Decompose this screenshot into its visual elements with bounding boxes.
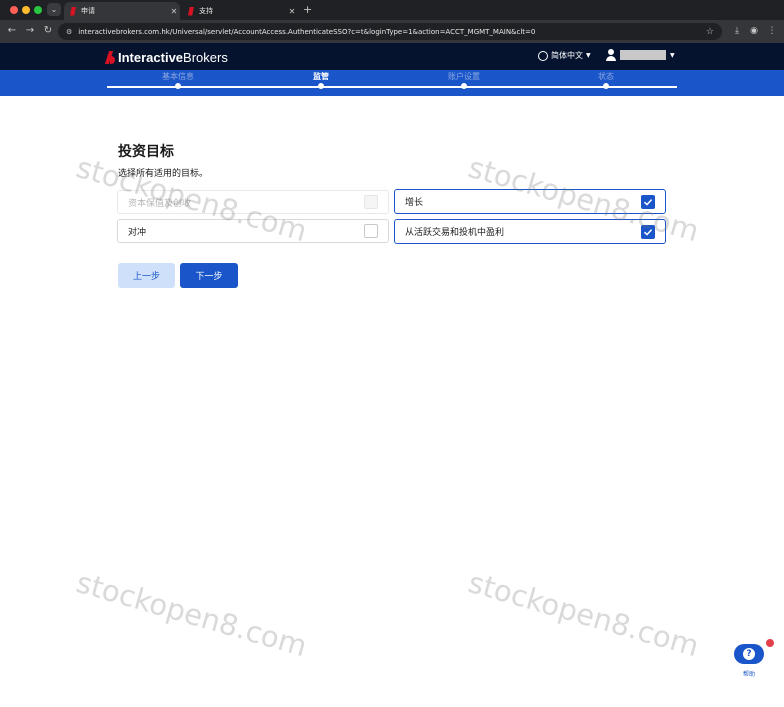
minimize-window-button[interactable] xyxy=(22,6,30,14)
browser-tab-support[interactable]: 支持 ✕ xyxy=(182,2,298,20)
reload-icon[interactable]: ↻ xyxy=(41,24,55,38)
interactive-brokers-logo[interactable]: Interactive Brokers xyxy=(106,49,228,65)
stepper-line xyxy=(107,86,677,88)
page-title: 投资目标 xyxy=(118,144,174,160)
checkbox[interactable] xyxy=(364,224,378,238)
browser-chrome: ⌄ 申请 ✕ 支持 ✕ + ← → ↻ ⚙ interactivebrokers… xyxy=(0,0,784,43)
user-icon xyxy=(606,49,616,61)
new-tab-icon[interactable]: + xyxy=(303,3,312,17)
download-icon[interactable]: ⤓ xyxy=(730,24,744,38)
browser-toolbar: ← → ↻ ⚙ interactivebrokers.com.hk/Univer… xyxy=(0,20,784,43)
step-status: 状态 xyxy=(598,72,614,81)
notification-dot xyxy=(766,639,774,647)
tab-title: 申请 xyxy=(81,7,95,15)
step-regulatory: 监管 xyxy=(313,72,329,81)
forward-arrow-icon[interactable]: → xyxy=(23,24,37,38)
help-label: 帮助 xyxy=(742,671,755,678)
step-dot xyxy=(175,83,181,89)
globe-icon xyxy=(538,50,548,61)
previous-button[interactable]: 上一步 xyxy=(118,263,175,288)
next-button[interactable]: 下一步 xyxy=(180,263,238,288)
chevron-down-icon: ▼ xyxy=(586,52,591,59)
browser-tab-application[interactable]: 申请 ✕ xyxy=(64,2,180,20)
language-label: 简体中文 xyxy=(551,51,583,60)
user-name-redacted xyxy=(620,50,666,60)
menu-kebab-icon[interactable]: ⋮ xyxy=(765,24,779,38)
ib-favicon-icon xyxy=(70,6,76,16)
step-dot-current xyxy=(318,83,324,89)
profile-icon[interactable]: ◉ xyxy=(747,24,761,38)
logo-text-bold: Interactive xyxy=(118,49,184,65)
close-icon[interactable]: ✕ xyxy=(168,7,180,16)
checkbox xyxy=(364,195,378,209)
tab-title: 支持 xyxy=(199,7,213,15)
logo-text-light: Brokers xyxy=(183,49,228,65)
chevron-down-icon: ▼ xyxy=(670,51,675,59)
url-text: interactivebrokers.com.hk/Universal/serv… xyxy=(78,27,536,36)
ib-logo-icon xyxy=(106,51,115,64)
option-label: 从活跃交易和投机中盈利 xyxy=(405,228,505,238)
step-dot xyxy=(603,83,609,89)
close-icon[interactable]: ✕ xyxy=(286,7,298,16)
step-account-config: 账户设置 xyxy=(448,72,480,81)
step-basic-info: 基本信息 xyxy=(162,72,194,81)
back-arrow-icon[interactable]: ← xyxy=(5,24,19,38)
question-mark-icon: ? xyxy=(743,648,755,660)
watermark: stockopen8.com xyxy=(72,565,311,664)
progress-stepper: 基本信息 监管 账户设置 状态 xyxy=(0,70,784,96)
close-window-button[interactable] xyxy=(10,6,18,14)
maximize-window-button[interactable] xyxy=(34,6,42,14)
site-info-icon[interactable]: ⚙ xyxy=(66,28,72,36)
site-header: Interactive Brokers 简体中文 ▼ ▼ xyxy=(0,43,784,70)
language-selector[interactable]: 简体中文 ▼ xyxy=(538,50,591,61)
ib-favicon-icon xyxy=(188,6,194,16)
chat-bubble-icon: ? xyxy=(734,644,764,664)
tab-strip: ⌄ 申请 ✕ 支持 ✕ + xyxy=(0,0,784,20)
address-bar[interactable]: ⚙ interactivebrokers.com.hk/Universal/se… xyxy=(58,23,722,40)
help-widget[interactable]: ? 帮助 xyxy=(733,644,765,678)
user-menu[interactable]: ▼ xyxy=(606,49,675,61)
tab-search-icon[interactable]: ⌄ xyxy=(47,3,61,16)
watermark: stockopen8.com xyxy=(464,565,703,664)
bookmark-star-icon[interactable]: ☆ xyxy=(706,27,714,37)
step-dot xyxy=(461,83,467,89)
